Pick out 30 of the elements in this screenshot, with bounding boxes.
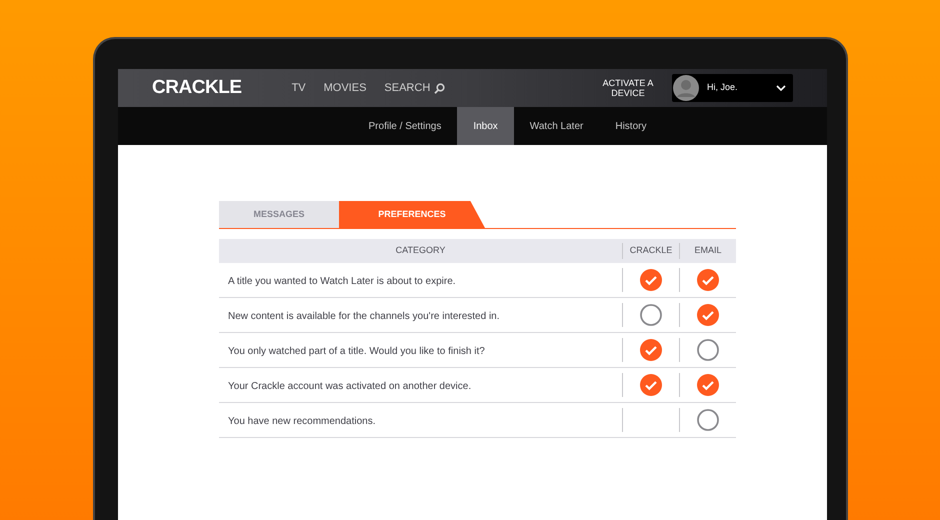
sub-nav-tab[interactable]: Inbox bbox=[457, 107, 514, 145]
search-icon bbox=[434, 82, 446, 94]
activate-device-link[interactable]: ACTIVATE A DEVICE bbox=[598, 78, 658, 98]
nav-link[interactable]: TV bbox=[292, 80, 306, 96]
table-cell: You have new recommendations. bbox=[228, 416, 376, 427]
unchecked-checkbox[interactable] bbox=[697, 339, 719, 361]
table-cell: You only watched part of a title. Would you like to finish it? bbox=[228, 346, 485, 357]
checked-checkbox[interactable] bbox=[697, 374, 719, 396]
column-header: CATEGORY bbox=[396, 244, 446, 258]
unchecked-checkbox[interactable] bbox=[640, 304, 662, 326]
table-cell: A title you wanted to Watch Later is about to expire. bbox=[228, 276, 456, 287]
sub-nav-tab[interactable]: Profile / Settings bbox=[352, 107, 458, 145]
nav-link[interactable]: SEARCH bbox=[384, 80, 446, 96]
checked-checkbox[interactable] bbox=[640, 269, 662, 291]
checked-checkbox[interactable] bbox=[697, 304, 719, 326]
checked-checkbox[interactable] bbox=[640, 339, 662, 361]
sub-nav-tab[interactable]: Watch Later bbox=[514, 107, 600, 145]
checked-checkbox[interactable] bbox=[697, 269, 719, 291]
avatar-icon bbox=[673, 75, 699, 101]
sub-nav-tab[interactable]: History bbox=[599, 107, 662, 145]
column-header: EMAIL bbox=[694, 244, 722, 258]
logo[interactable]: CRACKLE bbox=[152, 74, 242, 102]
unchecked-checkbox[interactable] bbox=[697, 409, 719, 431]
checked-checkbox[interactable] bbox=[640, 374, 662, 396]
nav-link[interactable]: MOVIES bbox=[324, 80, 366, 96]
chevron-down-icon bbox=[776, 85, 786, 91]
user-menu[interactable]: Hi, Joe. bbox=[672, 74, 793, 102]
table-cell: Your Crackle account was activated on another device. bbox=[228, 381, 472, 392]
table-cell: New content is available for the channels you're interested in. bbox=[228, 311, 500, 322]
column-header: CRACKLE bbox=[630, 244, 672, 258]
